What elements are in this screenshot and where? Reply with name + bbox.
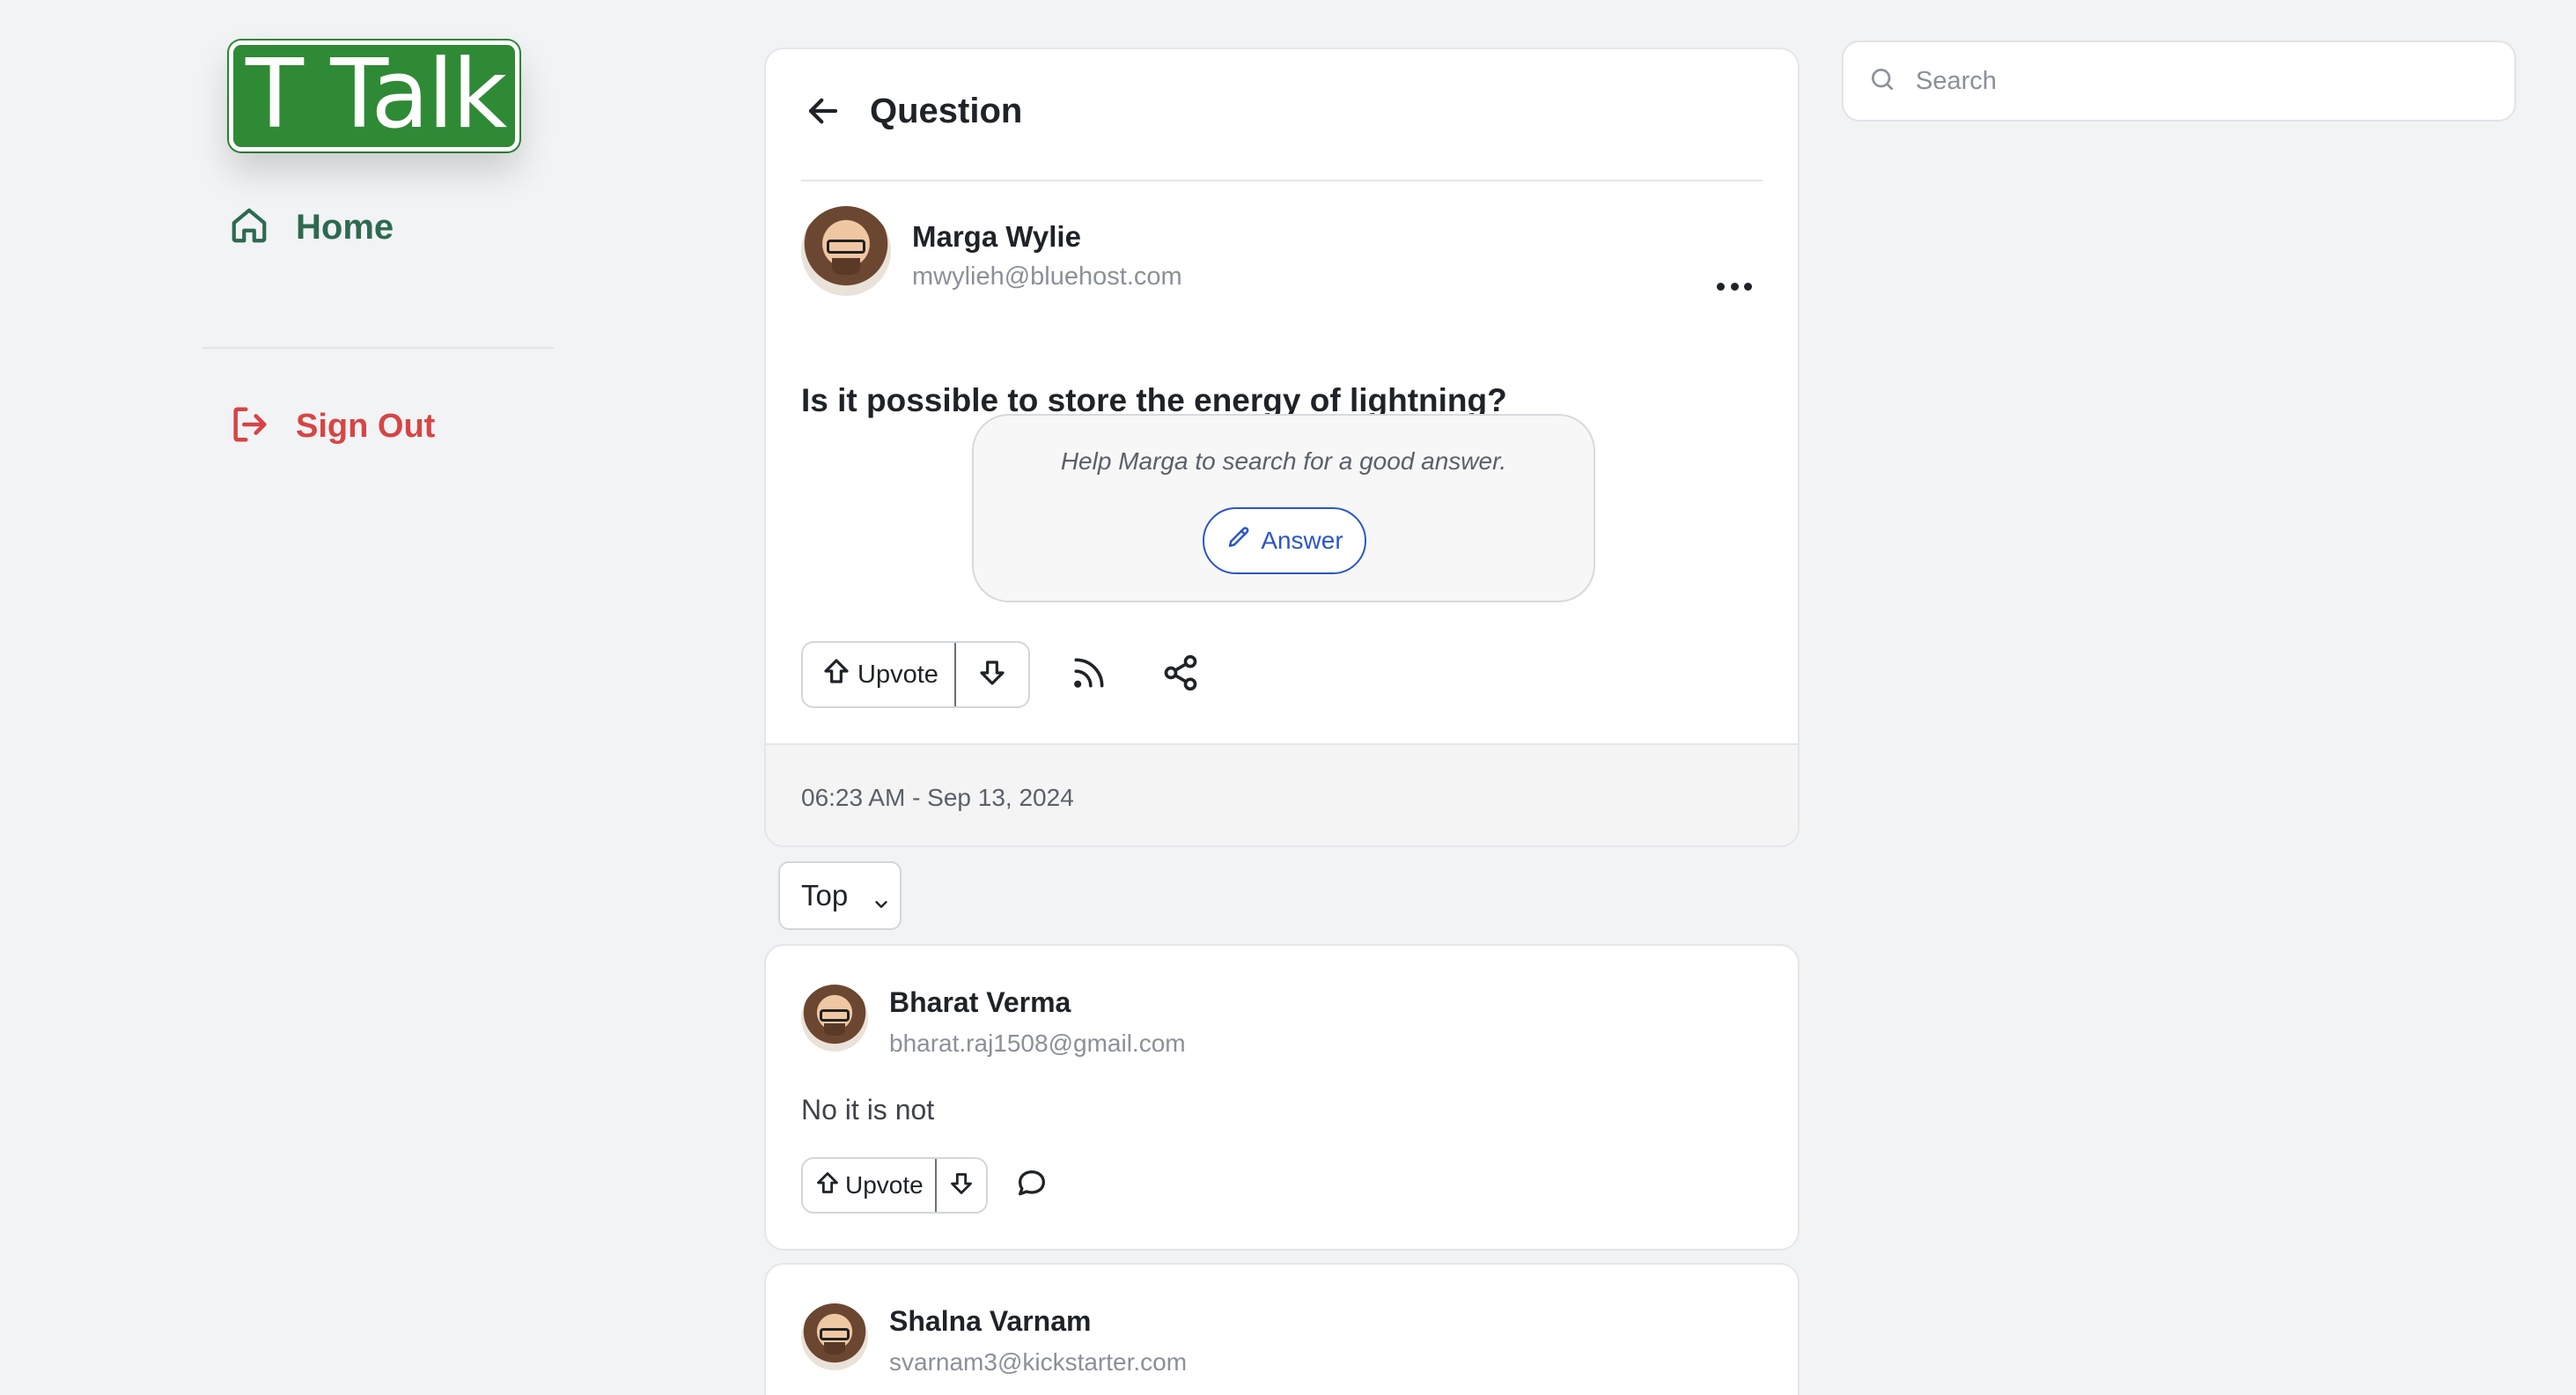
author-meta: Bharat Verma bharat.raj1508@gmail.com <box>889 986 1186 1058</box>
answer-text: No it is not <box>801 1094 935 1126</box>
sidebar-item-sign-out[interactable]: Sign Out <box>229 402 435 451</box>
answer-prompt-box: Help Marga to search for a good answer. … <box>972 414 1595 602</box>
arrow-down-icon <box>949 1171 974 1200</box>
more-dot-icon <box>1744 282 1752 291</box>
follow-button[interactable] <box>1067 653 1111 697</box>
upvote-button[interactable]: Upvote <box>803 643 956 706</box>
answer-button[interactable]: Answer <box>1203 507 1366 574</box>
sign-out-icon <box>229 404 269 449</box>
downvote-button[interactable] <box>956 643 1028 706</box>
share-icon <box>1161 653 1200 697</box>
question-author: Marga Wylie mwylieh@bluehost.com <box>801 206 1182 296</box>
comment-icon <box>1014 1166 1049 1206</box>
answer-card: Bharat Verma bharat.raj1508@gmail.com No… <box>764 944 1800 1251</box>
sort-select[interactable]: Top <box>778 861 902 930</box>
answer-author: Shalna Varnam svarnam3@kickstarter.com <box>801 1303 1187 1377</box>
answer-card: Shalna Varnam svarnam3@kickstarter.com <box>764 1263 1800 1395</box>
back-button[interactable] <box>801 92 845 134</box>
arrow-left-icon <box>805 92 842 134</box>
chevron-down-icon <box>872 888 891 921</box>
question-card: Question Marga Wylie mwylieh@bluehost.co… <box>764 48 1800 847</box>
page: T Talk Home Sign Out Question Marga Wyli… <box>0 0 2576 1395</box>
sidebar-item-sign-out-label: Sign Out <box>296 407 436 445</box>
arrow-up-icon <box>822 657 857 692</box>
sort-select-value: Top <box>801 879 849 912</box>
avatar[interactable] <box>801 1303 868 1370</box>
author-email: svarnam3@kickstarter.com <box>889 1348 1188 1376</box>
question-footer: 06:23 AM - Sep 13, 2024 <box>766 743 1798 845</box>
sidebar-item-home-label: Home <box>296 207 394 247</box>
search-input[interactable] <box>1916 66 2479 96</box>
sidebar-divider <box>202 347 555 349</box>
answer-author: Bharat Verma bharat.raj1508@gmail.com <box>801 985 1186 1058</box>
author-name[interactable]: Shalna Varnam <box>889 1305 1187 1338</box>
author-email: bharat.raj1508@gmail.com <box>889 1030 1186 1057</box>
answer-prompt-text: Help Marga to search for a good answer. <box>1060 447 1507 475</box>
author-meta: Marga Wylie mwylieh@bluehost.com <box>912 220 1182 292</box>
vote-group: Upvote <box>801 641 1030 708</box>
app-logo[interactable]: T Talk <box>229 41 519 151</box>
answer-button-label: Answer <box>1261 527 1343 554</box>
author-name[interactable]: Marga Wylie <box>912 220 1182 254</box>
question-actions: Upvote <box>801 641 1203 708</box>
question-timestamp: 06:23 AM - Sep 13, 2024 <box>801 784 1074 811</box>
arrow-down-icon <box>978 659 1006 691</box>
rss-icon <box>1070 653 1108 697</box>
question-header: Question <box>801 86 1763 181</box>
search-box <box>1842 41 2516 122</box>
downvote-button[interactable] <box>937 1159 986 1212</box>
upvote-label: Upvote <box>845 1171 924 1199</box>
author-email: mwylieh@bluehost.com <box>912 262 1182 291</box>
page-title: Question <box>870 92 1023 130</box>
avatar[interactable] <box>801 985 868 1052</box>
arrow-up-icon <box>815 1170 845 1201</box>
search-icon <box>1868 65 1896 98</box>
author-name[interactable]: Bharat Verma <box>889 986 1186 1019</box>
upvote-button[interactable]: Upvote <box>803 1159 937 1212</box>
sidebar-item-home[interactable]: Home <box>229 203 394 252</box>
logo-text: T Talk <box>246 41 507 150</box>
answer-actions: Upvote <box>801 1157 1051 1214</box>
home-icon <box>229 205 269 250</box>
pencil-icon <box>1225 525 1261 557</box>
author-meta: Shalna Varnam svarnam3@kickstarter.com <box>889 1305 1187 1377</box>
upvote-label: Upvote <box>857 660 938 689</box>
more-dot-icon <box>1730 282 1739 291</box>
comment-button[interactable] <box>1012 1166 1051 1205</box>
more-dot-icon <box>1717 282 1725 291</box>
vote-group: Upvote <box>801 1157 988 1214</box>
more-options-button[interactable] <box>1710 273 1759 299</box>
avatar[interactable] <box>801 206 891 296</box>
share-button[interactable] <box>1159 653 1203 697</box>
